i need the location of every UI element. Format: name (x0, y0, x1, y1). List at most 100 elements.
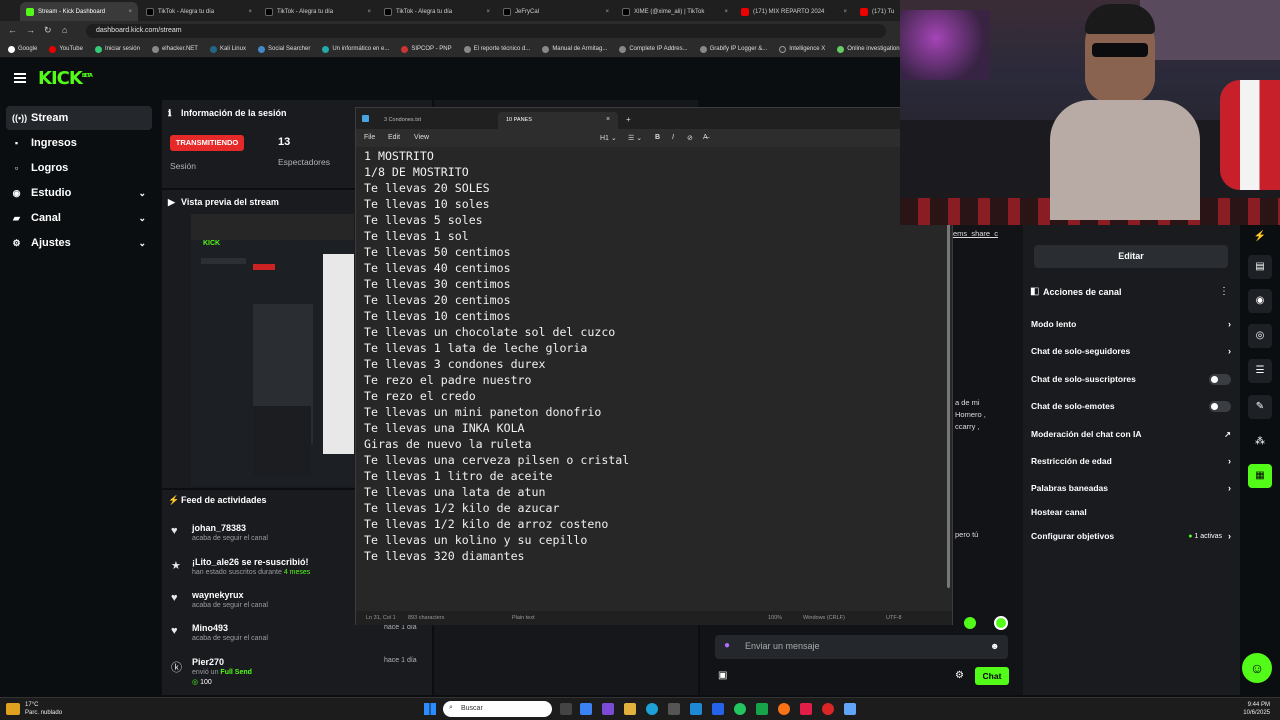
edge-icon[interactable] (646, 703, 658, 715)
store-icon[interactable] (668, 703, 680, 715)
sidebar-item-canal[interactable]: ▰ Canal ⌄ (6, 206, 152, 230)
chat-send-button[interactable]: Chat (975, 667, 1009, 685)
browser-tab[interactable]: TikTok - Alegra tu día × (378, 2, 496, 21)
copilot-icon[interactable] (580, 703, 592, 715)
notepad-tab[interactable]: 3 Condones.txt (376, 112, 496, 129)
close-icon[interactable]: × (367, 9, 371, 15)
menu-view[interactable]: View (414, 134, 429, 141)
avatar[interactable] (994, 616, 1008, 630)
browser-tab[interactable]: TikTok - Alegra tu día × (140, 2, 258, 21)
browser-tab[interactable]: (171) MIX REPARTO 2024 × (735, 2, 853, 21)
browser-tab[interactable]: JeFryCal × (497, 2, 615, 21)
vscode-icon[interactable] (712, 703, 724, 715)
gift-icon[interactable]: ▣ (718, 670, 727, 681)
back-icon[interactable]: ← (8, 25, 17, 35)
action-banned-words[interactable]: Palabras baneadas › (1031, 481, 1231, 495)
close-icon[interactable]: × (486, 9, 490, 15)
sidebar-item-stream[interactable]: ((•)) Stream (6, 106, 152, 130)
bookmark-item[interactable]: elhacker.NET (151, 45, 198, 53)
action-slow-mode[interactable]: Modo lento › (1031, 317, 1231, 331)
outlook-icon[interactable] (690, 703, 702, 715)
bookmark-item[interactable]: Un informático en e... (322, 45, 389, 53)
note-icon[interactable]: ▤ (1248, 255, 1272, 279)
mic-icon[interactable]: ● (724, 640, 730, 651)
chrome-profile-icon[interactable] (822, 703, 834, 715)
bookmark-item[interactable]: Intelligence X (779, 45, 825, 53)
emote-icon[interactable] (964, 617, 976, 629)
close-icon[interactable]: × (606, 116, 610, 123)
chrome-icon[interactable] (734, 703, 746, 715)
menu-icon[interactable] (14, 73, 26, 83)
teams-icon[interactable] (602, 703, 614, 715)
bookmark-item[interactable]: Complete IP Addres... (619, 45, 688, 53)
close-icon[interactable]: × (128, 9, 132, 15)
help-icon[interactable]: ☺ (1242, 653, 1272, 683)
action-host-channel[interactable]: Hostear canal (1031, 505, 1231, 519)
bookmark-item[interactable]: YouTube (49, 45, 83, 53)
task-view-icon[interactable] (560, 703, 572, 715)
bolt-icon[interactable]: ⚡ (1248, 225, 1272, 249)
menu-edit[interactable]: Edit (388, 134, 400, 141)
sidebar-item-logros[interactable]: ▫ Logros (6, 156, 152, 180)
close-icon[interactable]: × (843, 9, 847, 15)
bookmark-item[interactable]: Iniciar sesión (94, 45, 140, 53)
edit-button[interactable]: Editar (1034, 245, 1228, 268)
gear-icon[interactable]: ⚙ (955, 670, 964, 681)
system-clock[interactable]: 9:44 PM 10/6/2025 (1238, 701, 1270, 717)
close-icon[interactable]: × (724, 9, 728, 15)
link-icon[interactable]: ⊘ (687, 134, 693, 142)
wrench-icon[interactable]: ✎ (1248, 395, 1272, 419)
sidebar-item-ajustes[interactable]: ⚙ Ajustes ⌄ (6, 231, 152, 255)
heading-icon[interactable]: H1 ⌄ (600, 134, 617, 142)
toggle-switch[interactable] (1209, 373, 1231, 385)
close-icon[interactable]: × (248, 9, 252, 15)
italic-icon[interactable]: I (672, 134, 674, 141)
menu-file[interactable]: File (364, 134, 375, 141)
bookmark-item[interactable]: Grabify IP Logger &... (699, 45, 767, 53)
action-ai-moderation[interactable]: Moderación del chat con IA ↗ (1031, 427, 1231, 441)
bookmark-item[interactable]: Manual de Armitag... (542, 45, 607, 53)
url-input[interactable]: dashboard.kick.com/stream (86, 24, 886, 38)
bookmark-item[interactable]: Google (8, 45, 37, 53)
notepad-taskbar-icon[interactable] (844, 703, 856, 715)
broadcast-icon[interactable]: ◎ (1248, 324, 1272, 348)
bookmark-item[interactable]: El reporte técnico d... (463, 45, 530, 53)
browser-tab[interactable]: (171) Tu (854, 2, 900, 21)
chat-input[interactable]: Enviar un mensaje (715, 635, 1008, 659)
notepad-tab[interactable]: 10 PANES (498, 112, 618, 129)
grid-icon[interactable]: ▦ (1248, 464, 1272, 488)
list-icon[interactable]: ☰ (1248, 359, 1272, 383)
kick-logo[interactable]: KICKBETA (38, 68, 93, 89)
sidebar-item-ingresos[interactable]: ▪ Ingresos (6, 131, 152, 155)
clear-format-icon[interactable]: A̶ (703, 134, 708, 141)
bookmark-item[interactable]: SIPCOP - PNP (401, 45, 452, 53)
browser-tab[interactable]: XIME (@xime_ali) | TikTok × (616, 2, 734, 21)
windows-start-icon[interactable] (424, 703, 436, 715)
browser-tab[interactable]: TikTok - Alegra tu día × (259, 2, 377, 21)
xbox-icon[interactable] (756, 703, 768, 715)
file-explorer-icon[interactable] (624, 703, 636, 715)
weather-widget[interactable]: 17°C Parc. nublado (25, 701, 62, 717)
stream-preview-video[interactable]: KICK (191, 214, 354, 486)
close-icon[interactable]: × (605, 9, 609, 15)
home-icon[interactable]: ⌂ (62, 25, 67, 35)
forward-icon[interactable]: → (26, 25, 35, 35)
sidebar-item-estudio[interactable]: ◉ Estudio ⌄ (6, 181, 152, 205)
toggle-switch[interactable] (1209, 400, 1231, 412)
action-goals[interactable]: Configurar objetivos ● 1 activas › (1031, 529, 1231, 543)
bookmark-item[interactable]: Kali Linux (209, 45, 246, 53)
emoji-icon[interactable]: ☻ (990, 641, 999, 651)
bookmark-item[interactable]: Online investigation... (837, 45, 905, 53)
notepad-text-area[interactable]: 1 MOSTRITO 1/8 DE MOSTRITO Te llevas 20 … (364, 148, 944, 608)
firefox-icon[interactable] (778, 703, 790, 715)
list-icon[interactable]: ☰ ⌄ (628, 134, 642, 142)
browser-tab[interactable]: Stream - Kick Dashboard × (20, 2, 138, 21)
users-icon[interactable]: ⁂ (1248, 430, 1272, 454)
action-age-restriction[interactable]: Restricción de edad › (1031, 454, 1231, 468)
app-icon[interactable] (800, 703, 812, 715)
bookmark-item[interactable]: Social Searcher (257, 45, 310, 53)
add-tab-icon[interactable]: + (626, 115, 631, 124)
reload-icon[interactable]: ↻ (44, 25, 52, 36)
action-followers-only[interactable]: Chat de solo-seguidores › (1031, 344, 1231, 358)
chat-icon[interactable]: ◉ (1248, 289, 1272, 313)
